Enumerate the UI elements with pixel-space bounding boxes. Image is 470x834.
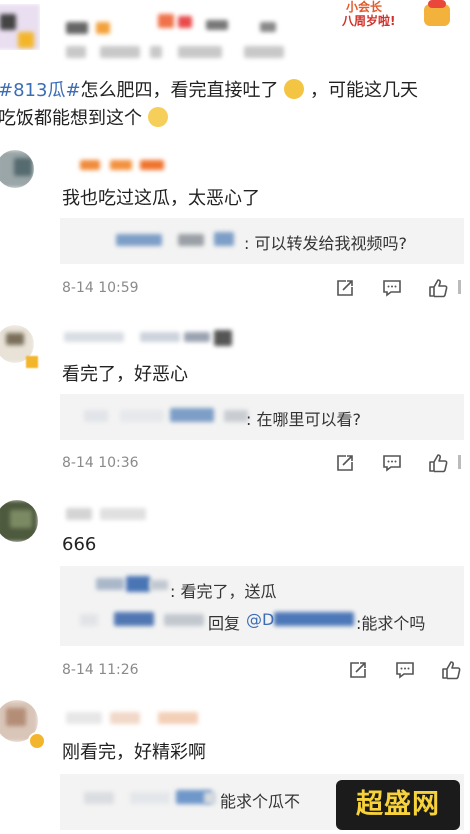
share-icon[interactable] — [334, 452, 356, 474]
reply-text: : 看完了，送瓜 — [170, 582, 277, 601]
like-icon[interactable] — [427, 452, 449, 474]
post-text-c: 吃饭都能想到这个 — [0, 108, 142, 129]
reply-box[interactable]: : 在哪里可以看? — [60, 394, 464, 440]
comment-text: 我也吃过这瓜，太恶心了 — [62, 188, 260, 209]
comment-text: 看完了，好恶心 — [62, 364, 188, 385]
badge-cake-top — [428, 0, 446, 8]
anniversary-badge[interactable]: 小会长 八周岁啦! — [340, 0, 458, 30]
verified-badge-icon — [28, 732, 46, 750]
post-text-line2: 吃饭都能想到这个 — [0, 104, 168, 130]
comment-time: 8-14 11:26 — [62, 662, 139, 678]
comment-icon[interactable] — [381, 277, 403, 299]
comment-time: 8-14 10:36 — [62, 455, 139, 471]
avatar-badge — [26, 356, 38, 368]
site-watermark-logo: 超盛网 — [336, 780, 460, 830]
comment-icon[interactable] — [381, 452, 403, 474]
share-icon[interactable] — [334, 277, 356, 299]
comment-icon[interactable] — [394, 659, 416, 681]
watermark-text: 超盛网 — [356, 789, 440, 820]
comment-time: 8-14 10:59 — [62, 280, 139, 296]
commenter-avatar[interactable] — [0, 500, 38, 542]
mention-link[interactable]: @D — [246, 610, 274, 629]
commenter-avatar[interactable] — [0, 150, 34, 188]
post-text-b: ，可能这几天 — [310, 80, 418, 101]
post-text-a: 怎么肥四，看完直接吐了 — [80, 80, 279, 101]
reply-text: : 在哪里可以看? — [246, 410, 361, 429]
reply-word: 回复 — [208, 614, 241, 633]
post-text-line1: #813瓜#怎么肥四，看完直接吐了 ，可能这几天 — [0, 76, 418, 102]
sad-emoji-icon — [147, 107, 168, 127]
badge-line2: 八周岁啦! — [342, 14, 396, 28]
poster-avatar[interactable] — [0, 4, 40, 50]
reply-box[interactable]: : 看完了，送瓜 回复 @D :能求个吗 — [60, 566, 464, 646]
comment-text: 刚看完，好精彩啊 — [62, 742, 206, 763]
reply-text: 能求个瓜不 — [220, 792, 301, 811]
post-hashtag[interactable]: #813瓜# — [0, 80, 81, 101]
share-icon[interactable] — [347, 659, 369, 681]
like-icon[interactable] — [427, 277, 449, 299]
reply-text: :能求个吗 — [356, 614, 426, 633]
like-icon[interactable] — [440, 659, 462, 681]
comment-text: 666 — [62, 534, 97, 555]
reply-text: : 可以转发给我视频吗? — [244, 234, 407, 253]
reply-box[interactable]: : 可以转发给我视频吗? — [60, 218, 464, 264]
vomit-emoji-icon — [284, 79, 305, 99]
scroll-indicator — [458, 455, 461, 469]
scroll-indicator — [458, 280, 461, 294]
